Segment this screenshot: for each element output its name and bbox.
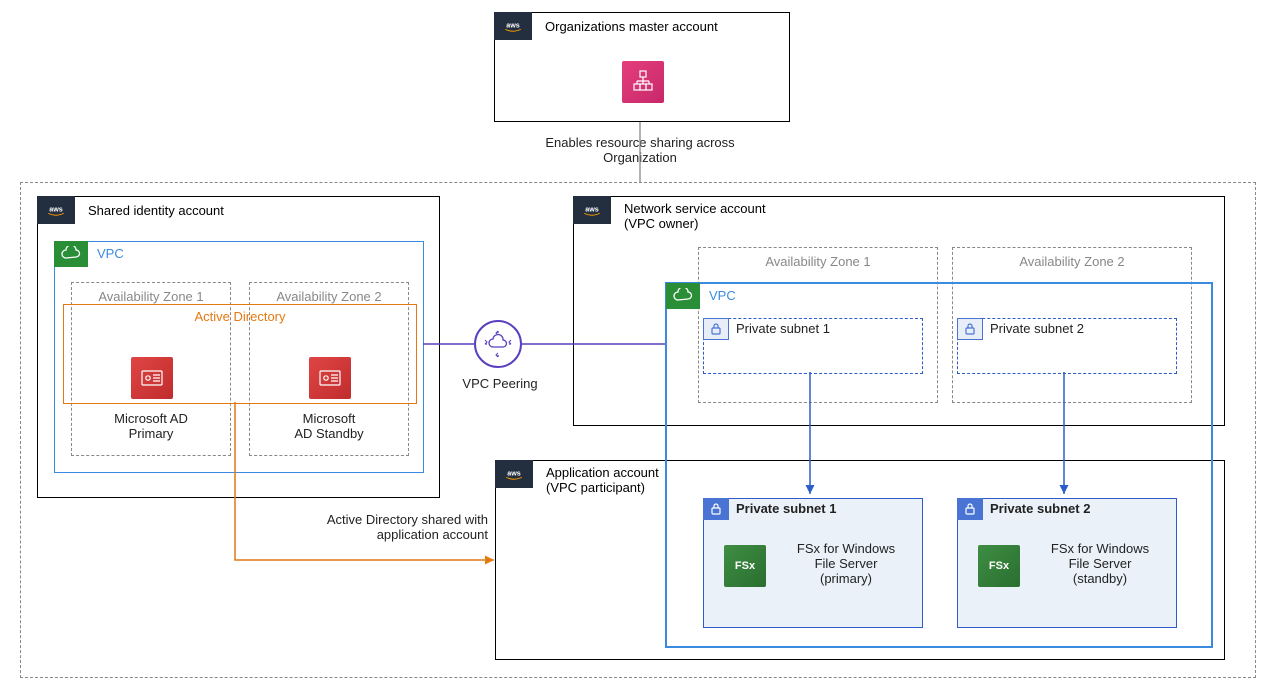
ad-standby-caption: Microsoft AD Standby [250,411,408,441]
net-az1-label: Availability Zone 1 [699,254,937,269]
svg-text:aws: aws [585,205,599,213]
app-subnet1-label: Private subnet 1 [736,501,836,516]
svg-text:aws: aws [49,205,63,213]
cloud-icon [54,241,88,267]
master-account-box: aws Organizations master account [494,12,790,122]
app-title: Application account (VPC participant) [546,465,659,495]
shared-vpc: VPC Private subnet 1 Private subnet 2 Pr… [665,282,1213,648]
fsx-icon: FSx [724,545,766,587]
master-caption: Enables resource sharing across Organiza… [540,135,740,165]
app-subnet2-label: Private subnet 2 [990,501,1090,516]
vpc-peering-label: VPC Peering [455,376,545,391]
lock-icon [957,498,983,520]
fsx-primary-caption: FSx for Windows File Server (primary) [776,541,916,586]
fsx-standby-caption: FSx for Windows File Server (standby) [1030,541,1170,586]
ad-shared-caption: Active Directory shared with application… [278,512,488,542]
vpc-peering-icon [474,320,522,368]
active-directory-group: Active Directory [63,304,417,404]
ad-primary-caption: Microsoft AD Primary [72,411,230,441]
lock-icon [703,498,729,520]
az2-label: Availability Zone 2 [250,289,408,304]
lock-icon [703,318,729,340]
identity-title: Shared identity account [88,203,224,218]
active-directory-label: Active Directory [64,309,416,324]
net-subnet2: Private subnet 2 [957,318,1177,374]
aws-logo-icon: aws [573,196,611,224]
net-az2-label: Availability Zone 2 [953,254,1191,269]
vpc-label: VPC [97,246,124,261]
aws-logo-icon: aws [37,196,75,224]
net-subnet2-label: Private subnet 2 [990,321,1084,336]
organizations-icon [622,61,664,103]
app-subnet2: Private subnet 2 FSx FSx for Windows Fil… [957,498,1177,628]
net-subnet1: Private subnet 1 [703,318,923,374]
svg-text:aws: aws [506,21,520,29]
identity-account-box: aws Shared identity account VPC Availabi… [37,196,440,498]
network-title: Network service account (VPC owner) [624,201,766,231]
identity-vpc: VPC Availability Zone 1 Microsoft AD Pri… [54,241,424,473]
net-subnet1-label: Private subnet 1 [736,321,830,336]
aws-logo-icon: aws [495,460,533,488]
aws-logo-icon: aws [494,12,532,40]
lock-icon [957,318,983,340]
svg-text:aws: aws [507,469,521,477]
master-account-title: Organizations master account [545,19,718,34]
fsx-icon: FSx [978,545,1020,587]
cloud-icon [666,283,700,309]
vpc-label: VPC [709,288,736,303]
master-caption-text: Enables resource sharing across Organiza… [545,135,734,165]
app-subnet1: Private subnet 1 FSx FSx for Windows Fil… [703,498,923,628]
az1-label: Availability Zone 1 [72,289,230,304]
